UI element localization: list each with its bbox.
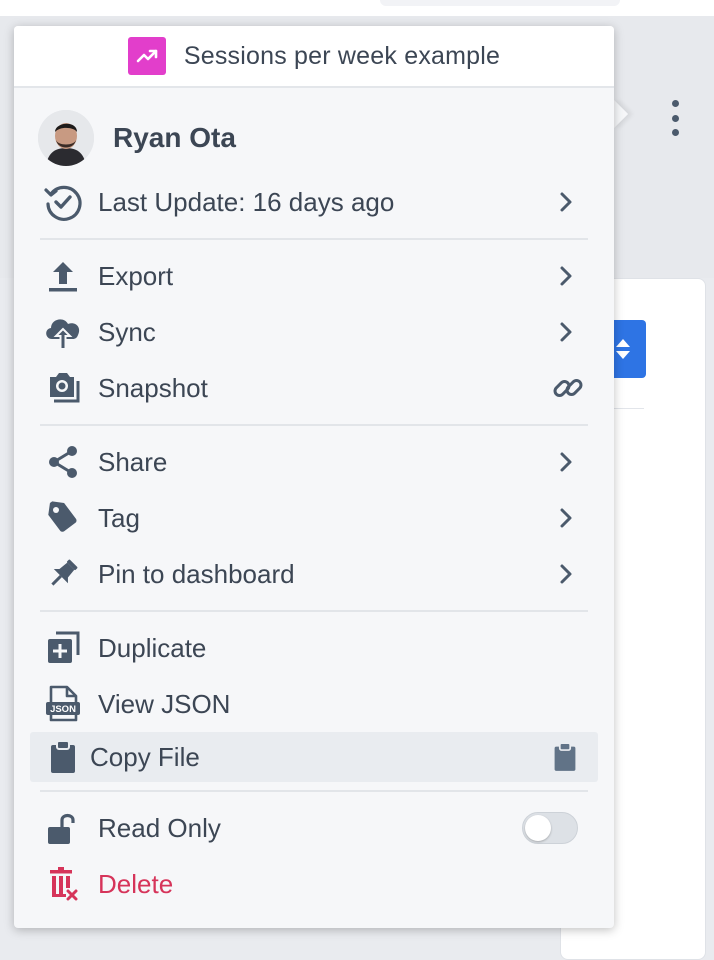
read-only-toggle[interactable] [522,812,578,844]
tag-item[interactable]: Tag [14,493,614,543]
last-update-label: Last Update: 16 days ago [98,186,395,217]
chart-title: Sessions per week example [183,41,501,70]
cloud-upload-icon [42,311,84,353]
menu-divider [40,790,588,792]
menu-divider [40,238,588,240]
duplicate-label: Duplicate [98,632,207,663]
view-json-label: View JSON [98,688,231,719]
owner-row: Ryan Ota [38,108,236,168]
line-chart-icon [127,37,166,75]
copy-file-item[interactable]: Copy File [30,732,598,782]
share-item[interactable]: Share [14,437,614,487]
chevron-right-icon [554,562,578,586]
snapshot-label: Snapshot [98,372,208,403]
read-only-item[interactable]: Read Only [14,803,614,853]
sync-label: Sync [98,316,156,347]
read-only-label: Read Only [98,812,221,843]
last-update-item[interactable]: Last Update: 16 days ago [14,177,614,227]
share-label: Share [98,446,168,477]
sync-item[interactable]: Sync [14,307,614,357]
kebab-dot [671,100,679,107]
kebab-dot [671,129,679,136]
clipboard-icon [42,736,84,778]
snapshot-item[interactable]: Snapshot [14,363,614,413]
menu-divider [40,424,588,426]
delete-label: Delete [98,868,174,899]
share-icon [42,441,84,483]
owner-name: Ryan Ota [113,122,236,153]
chevron-right-icon [554,450,578,474]
link-icon[interactable] [550,370,586,406]
tag-icon [42,497,84,539]
pin-to-dashboard-label: Pin to dashboard [98,558,295,589]
duplicate-item[interactable]: Duplicate [14,623,614,673]
history-check-icon [42,181,84,223]
chevron-right-icon [554,190,578,214]
camera-icon [42,367,84,409]
export-label: Export [98,260,174,291]
trash-icon [42,863,84,905]
export-item[interactable]: Export [14,251,614,301]
delete-item[interactable]: Delete [14,859,614,909]
view-json-item[interactable]: JSON View JSON [14,679,614,729]
menu-header: Sessions per week example [14,26,614,88]
sort-arrows-icon [616,339,630,359]
chevron-right-icon [554,320,578,344]
copy-file-label: Copy File [90,741,200,772]
toggle-knob [525,815,551,841]
menu-divider [40,610,588,612]
kebab-dot [671,114,679,122]
svg-text:JSON: JSON [50,704,76,715]
upload-icon [42,255,84,297]
more-options-button[interactable] [668,100,682,136]
tag-label: Tag [98,502,140,533]
pin-icon [42,553,84,595]
topbar-tab [380,0,620,6]
options-menu: Sessions per week example Ryan Ota Last … [14,26,614,928]
pin-to-dashboard-item[interactable]: Pin to dashboard [14,549,614,599]
chevron-right-icon [554,506,578,530]
clipboard-icon[interactable] [550,739,580,775]
json-file-icon: JSON [42,683,84,725]
unlock-icon [42,807,84,849]
chevron-right-icon [554,264,578,288]
duplicate-icon [42,627,84,669]
avatar [38,110,94,166]
